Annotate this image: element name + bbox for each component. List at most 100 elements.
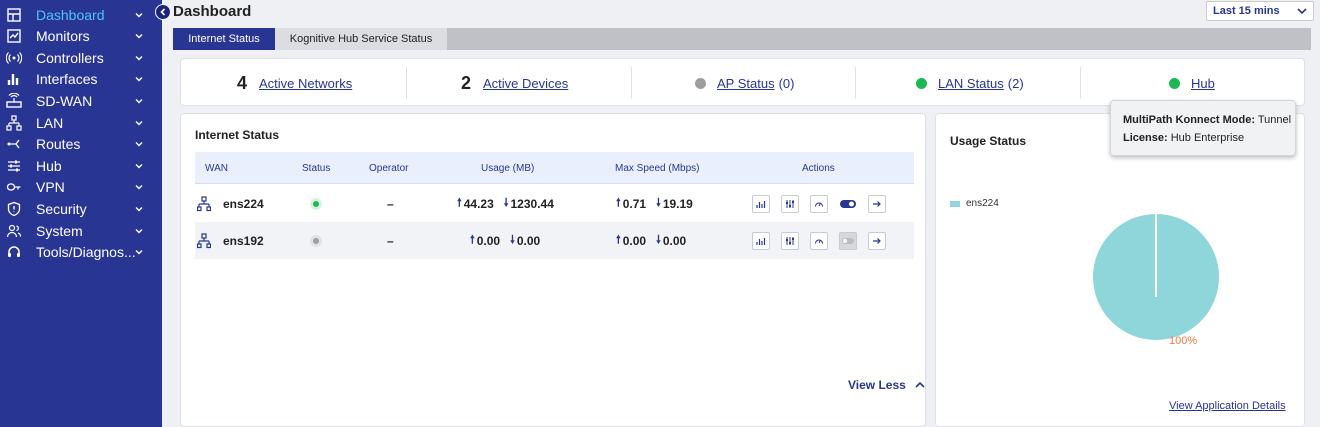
- wan-toggle[interactable]: [839, 232, 857, 250]
- speed-up: 0.71: [622, 196, 647, 211]
- divider: [631, 67, 632, 99]
- speedtest-action-button[interactable]: [810, 232, 828, 250]
- hub-status-dot: [1169, 77, 1180, 89]
- sidebar-item-tools-diagnos[interactable]: Tools/Diagnos...: [0, 242, 162, 263]
- ap-status-dot: [695, 77, 706, 89]
- chevron-left-icon: [160, 8, 166, 16]
- tooltip-mode-value: Tunnel: [1257, 114, 1292, 126]
- network-tree-icon: [6, 114, 22, 131]
- speed-down: 0.00: [662, 233, 687, 248]
- toggle-off-icon: [842, 238, 854, 244]
- sidebar-item-controllers[interactable]: Controllers: [0, 47, 162, 68]
- lan-status-count: (2): [1007, 75, 1024, 91]
- chevron-down-icon: [135, 120, 143, 125]
- wan-name[interactable]: ens224: [223, 185, 264, 222]
- sidebar-item-label: Routes: [36, 136, 81, 153]
- table-row: ens192 – 🠕 0.00 🠗 0.00 🠕 0.00 🠗 0.00: [195, 222, 914, 259]
- sidebar-item-routes[interactable]: Routes: [0, 134, 162, 155]
- speedtest-action-button[interactable]: [810, 195, 828, 213]
- usage-up: 0.00: [476, 233, 501, 248]
- usage-down: 0.00: [516, 233, 541, 248]
- chart-legend[interactable]: ens224: [950, 198, 999, 209]
- lan-status-link[interactable]: LAN Status: [938, 76, 1004, 91]
- table-row: ens224 – 🠕 44.23 🠗 1230.44 🠕 0.71 🠗 19.19: [195, 185, 914, 222]
- sidebar-item-hub[interactable]: Hub: [0, 155, 162, 176]
- sidebar-item-security[interactable]: Security: [0, 198, 162, 219]
- active-networks-link[interactable]: Active Networks: [259, 76, 352, 91]
- chevron-up-icon: [915, 381, 925, 388]
- sidebar-item-system[interactable]: System: [0, 220, 162, 241]
- sidebar-collapse-button[interactable]: [155, 4, 171, 20]
- details-action-button[interactable]: [868, 232, 886, 250]
- pie-data-label: 100%: [1169, 335, 1198, 347]
- chevron-down-icon: [135, 142, 143, 147]
- tooltip-mode-line: MultiPath Konnect Mode: Tunnel: [1123, 114, 1291, 126]
- wan-status: [310, 222, 322, 259]
- wan-toggle[interactable]: [839, 195, 857, 213]
- table-header: WAN Status Operator Usage (MB) Max Speed…: [195, 152, 914, 184]
- active-networks-count: 4: [237, 72, 248, 93]
- sidebar-item-label: Hub: [36, 157, 62, 174]
- sidebar-item-vpn[interactable]: VPN: [0, 177, 162, 198]
- ap-status-count: (0): [778, 75, 795, 91]
- usage-up: 44.23: [463, 196, 494, 211]
- shield-icon: [6, 201, 22, 217]
- arrow-down-icon: 🠗: [503, 197, 509, 209]
- tab-hub-service-status[interactable]: Kognitive Hub Service Status: [275, 28, 447, 50]
- wan-name[interactable]: ens192: [223, 222, 264, 259]
- view-less-button[interactable]: View Less: [848, 378, 925, 392]
- column-header-max-speed: Max Speed (Mbps): [615, 162, 700, 174]
- arrow-right-icon: [873, 238, 881, 244]
- ap-status-link[interactable]: AP Status: [717, 76, 775, 91]
- network-tree-icon: [197, 185, 211, 222]
- sidebar-item-label: VPN: [36, 179, 65, 196]
- sliders-icon: [786, 200, 794, 208]
- bar-chart-icon: [756, 201, 766, 208]
- gauge-icon: [815, 239, 823, 244]
- divider: [406, 67, 407, 99]
- details-action-button[interactable]: [868, 195, 886, 213]
- sliders-icon: [786, 237, 794, 245]
- sidebar-item-sd-wan[interactable]: SD-WAN: [0, 90, 162, 111]
- active-devices-link[interactable]: Active Devices: [483, 76, 568, 91]
- sidebar-item-label: Tools/Diagnos...: [36, 244, 136, 261]
- usage-pie-chart: [1093, 214, 1219, 340]
- speed-cell: 🠕 0.71 🠗 19.19: [616, 185, 693, 222]
- sidebar-item-monitors[interactable]: Monitors: [0, 26, 162, 47]
- chart-action-button[interactable]: [752, 195, 770, 213]
- sidebar-item-lan[interactable]: LAN: [0, 112, 162, 133]
- sidebar-item-label: Security: [36, 200, 87, 217]
- status-up-icon: [310, 197, 322, 210]
- arrow-up-icon: 🠕: [457, 197, 462, 209]
- users-icon: [6, 223, 22, 239]
- bar-chart-icon: [756, 238, 766, 245]
- settings-action-button[interactable]: [781, 195, 799, 213]
- wan-operator: –: [387, 196, 394, 211]
- tooltip-license-label: License:: [1123, 132, 1168, 144]
- monitor-icon: [6, 28, 22, 44]
- hub-link[interactable]: Hub: [1191, 76, 1215, 91]
- usage-cell: 🠕 44.23 🠗 1230.44: [457, 185, 554, 222]
- column-header-usage: Usage (MB): [481, 162, 535, 174]
- divider: [855, 67, 856, 99]
- bar-chart-icon: [6, 71, 22, 87]
- sidebar-item-interfaces[interactable]: Interfaces: [0, 69, 162, 90]
- settings-action-button[interactable]: [781, 232, 799, 250]
- stat-lan-status: LAN Status (2): [916, 59, 1024, 107]
- dashboard-icon: [6, 7, 22, 23]
- stat-active-networks: 4 Active Networks: [237, 59, 352, 107]
- wan-status: [310, 185, 322, 222]
- sidebar-item-dashboard[interactable]: Dashboard: [0, 4, 162, 25]
- speed-cell: 🠕 0.00 🠗 0.00: [616, 222, 686, 259]
- tooltip-license-value: Hub Enterprise: [1170, 132, 1245, 144]
- headset-icon: [6, 244, 22, 260]
- speed-down: 19.19: [662, 196, 693, 211]
- sidebar-item-label: System: [36, 222, 83, 239]
- tab-internet-status[interactable]: Internet Status: [173, 28, 275, 50]
- time-range-select[interactable]: Last 15 mins: [1206, 1, 1314, 21]
- chart-action-button[interactable]: [752, 232, 770, 250]
- stat-active-devices: 2 Active Devices: [461, 59, 568, 107]
- antenna-icon: [6, 50, 22, 66]
- view-application-details-link[interactable]: View Application Details: [1169, 400, 1286, 412]
- legend-swatch: [950, 200, 960, 207]
